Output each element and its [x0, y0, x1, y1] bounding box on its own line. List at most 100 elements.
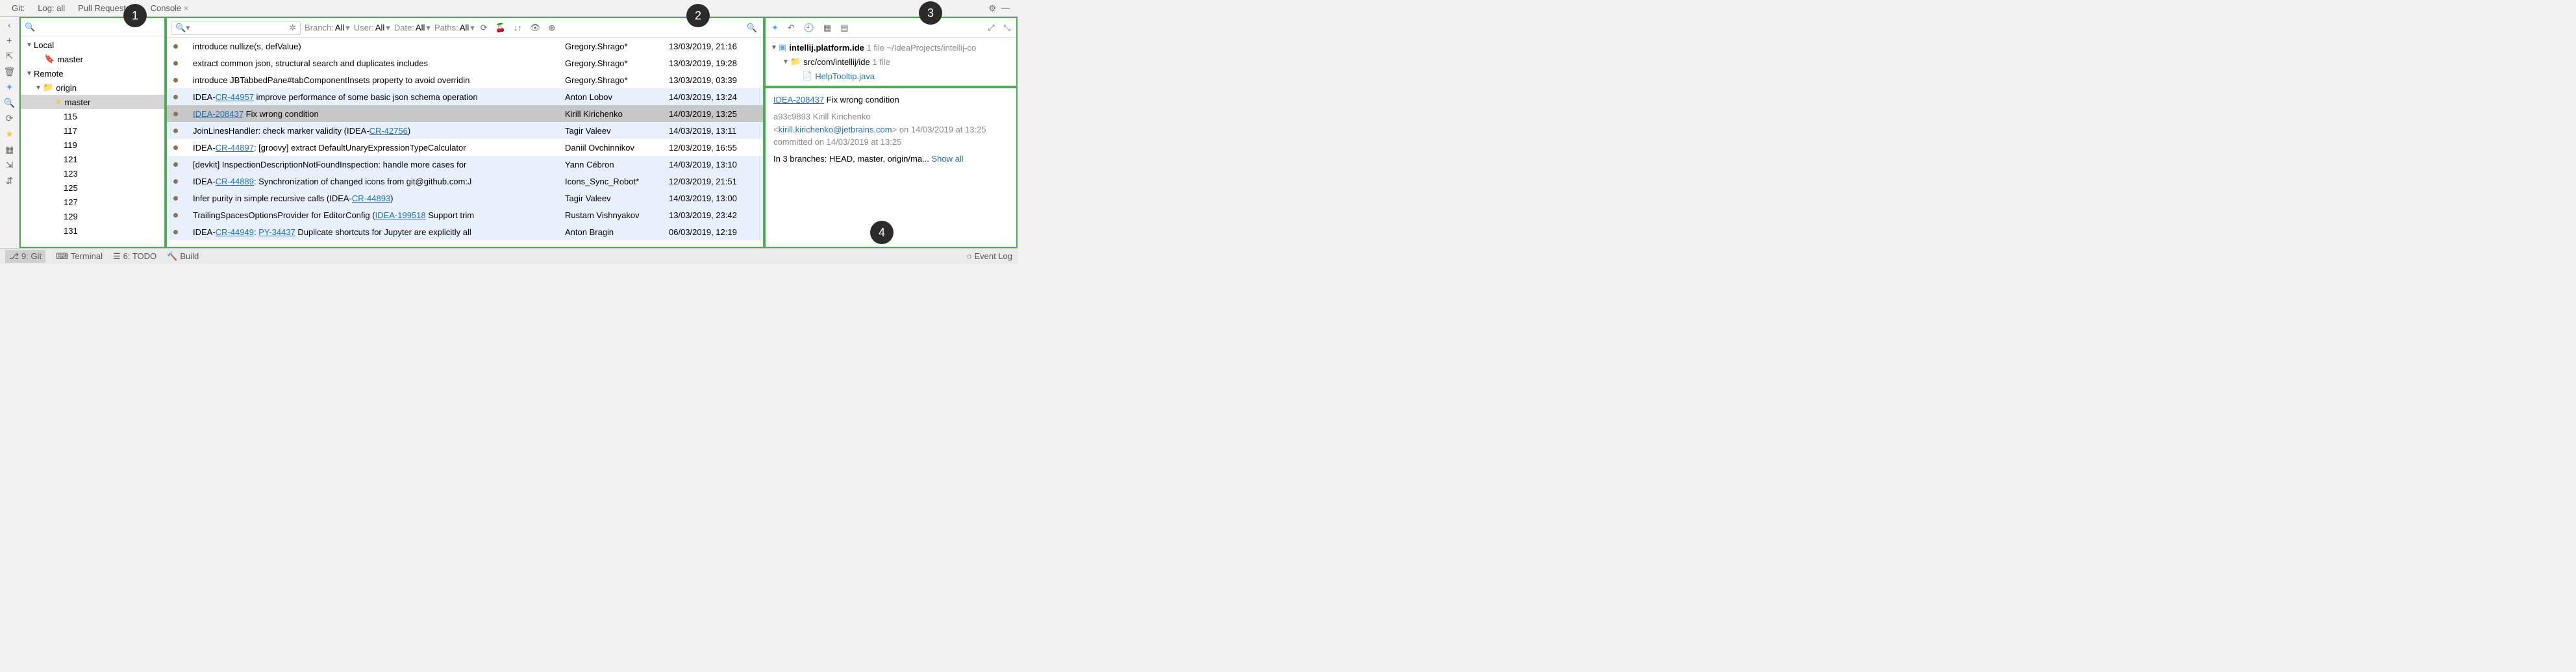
tab-log[interactable]: Log: all — [31, 1, 71, 15]
status-git[interactable]: ⎇9: Git — [5, 250, 45, 263]
commit-row[interactable]: IDEA-CR-44897: [groovy] extract DefaultU… — [167, 139, 763, 156]
refresh-icon[interactable]: ⟳ — [5, 113, 15, 123]
issue-link[interactable]: IDEA-199518 — [375, 210, 426, 220]
branch-item[interactable]: 123 — [21, 166, 164, 180]
commit-row[interactable]: JoinLinesHandler: check marker validity … — [167, 122, 763, 139]
trash-icon[interactable]: 🗑 — [5, 66, 15, 77]
commit-row[interactable]: introduce JBTabbedPane#tabComponentInset… — [167, 71, 763, 88]
chevron-left-icon[interactable]: ‹ — [5, 19, 15, 30]
cherry-pick-icon[interactable]: 🍒 — [494, 23, 508, 33]
commit-row[interactable]: IDEA-CR-44957 improve performance of som… — [167, 88, 763, 105]
commit-date: 14/03/2019, 13:00 — [669, 193, 763, 203]
issue-link[interactable]: IDEA-208437 — [773, 95, 824, 105]
gear-icon[interactable]: ⚙ — [986, 3, 999, 14]
remote-node[interactable]: ▼ Remote — [21, 66, 164, 81]
tag-icon: 🔖 — [44, 54, 55, 64]
search-icon[interactable]: 🔍 — [745, 23, 759, 33]
undo-icon[interactable]: ↶ — [786, 23, 797, 33]
graph-node — [173, 213, 193, 218]
changed-files-pane: ✦ ↶ 🕘 ▦ ▤ ⤢ ⤡ ▼ ▣ intellij.platform.ide … — [764, 17, 1018, 87]
group-icon[interactable]: ▦ — [821, 23, 833, 33]
issue-link[interactable]: CR-44889 — [216, 177, 254, 186]
filter-icon[interactable]: ⇵ — [5, 175, 15, 186]
commit-row[interactable]: IDEA-CR-44949: PY-34437 Duplicate shortc… — [167, 223, 763, 240]
refresh-icon[interactable]: ⟳ — [479, 23, 490, 33]
open-new-tab-icon[interactable]: ⊕ — [546, 23, 557, 33]
commit-row[interactable]: [devkit] InspectionDescriptionNotFoundIn… — [167, 156, 763, 173]
branch-item[interactable]: 121 — [21, 152, 164, 166]
expand-all-icon[interactable]: ⤢ — [986, 23, 996, 33]
issue-link[interactable]: CR-44897 — [216, 143, 254, 153]
commit-subject: introduce JBTabbedPane#tabComponentInset… — [193, 75, 565, 85]
show-all-link[interactable]: Show all — [932, 154, 964, 164]
author-email[interactable]: kirill.kirichenko@jetbrains.com — [779, 125, 892, 134]
sparkle-icon[interactable]: ✦ — [5, 82, 15, 92]
graph-node — [173, 44, 193, 49]
folder-icon: 📁 — [43, 82, 53, 93]
local-node[interactable]: ▼ Local — [21, 38, 164, 52]
expand-icon[interactable]: ⇲ — [5, 160, 15, 170]
branch-label: 117 — [64, 126, 77, 136]
commit-row[interactable]: Infer purity in simple recursive calls (… — [167, 190, 763, 206]
commit-row[interactable]: introduce nullize(s, defValue)Gregory.Sh… — [167, 38, 763, 55]
graph-node — [173, 145, 193, 150]
branch-item[interactable]: 131 — [21, 223, 164, 238]
commit-subject: introduce nullize(s, defValue) — [193, 42, 565, 51]
collapse-all-icon[interactable]: ⤡ — [1002, 23, 1012, 33]
commit-row[interactable]: IDEA-CR-44889: Synchronization of change… — [167, 173, 763, 190]
file-tree-pkg[interactable]: ▼ 📁 src/com/intellij/ide 1 file — [771, 55, 1011, 69]
branch-item[interactable]: 119 — [21, 138, 164, 152]
collapse-icon[interactable]: ⇱ — [5, 51, 15, 61]
sort-icon[interactable]: ↓↑ — [512, 23, 524, 32]
file-count: 1 file — [872, 57, 890, 67]
issue-link[interactable]: PY-34437 — [258, 227, 295, 237]
status-todo[interactable]: ☰6: TODO — [113, 251, 156, 262]
commit-author: Gregory.Shrago* — [565, 75, 669, 85]
commit-row[interactable]: IDEA-208437 Fix wrong conditionKirill Ki… — [167, 105, 763, 122]
regex-icon[interactable]: ✲ — [289, 23, 296, 33]
issue-link[interactable]: IDEA-208437 — [193, 109, 244, 119]
log-search-input[interactable]: 🔍▾✲ — [171, 21, 301, 35]
status-event-log[interactable]: ○Event Log — [967, 251, 1012, 261]
issue-link[interactable]: CR-44893 — [352, 193, 390, 203]
graph-node — [173, 129, 193, 133]
clock-icon[interactable]: 🕘 — [802, 23, 816, 33]
commit-date: 13/03/2019, 21:16 — [669, 42, 763, 51]
plus-icon[interactable]: + — [5, 35, 15, 45]
star-icon[interactable]: ★ — [5, 129, 15, 139]
layout-icon[interactable]: ▦ — [5, 144, 15, 155]
paths-filter[interactable]: Paths: All ▾ — [434, 23, 475, 33]
local-label: Local — [34, 40, 54, 50]
issue-link[interactable]: CR-44957 — [216, 92, 254, 102]
pkg-label: src/com/intellij/ide — [803, 57, 870, 67]
speech-icon: ○ — [967, 251, 972, 261]
file-tree-root[interactable]: ▼ ▣ intellij.platform.ide 1 file ~/IdeaP… — [771, 40, 1011, 55]
eye-icon[interactable]: 👁 — [528, 23, 543, 33]
minimize-icon[interactable]: — — [999, 3, 1012, 13]
search-icon[interactable]: 🔍 — [5, 97, 15, 108]
flatten-icon[interactable]: ▤ — [838, 23, 850, 33]
origin-master[interactable]: ★ master — [21, 95, 164, 109]
branch-item[interactable]: 129 — [21, 209, 164, 223]
commit-list: introduce nullize(s, defValue) Gregory.Sh… — [167, 38, 763, 247]
branch-item[interactable]: 117 — [21, 123, 164, 138]
commit-row[interactable]: TrailingSpacesOptionsProvider for Editor… — [167, 206, 763, 223]
local-master[interactable]: 🔖 master — [21, 52, 164, 66]
sparkle-icon[interactable]: ✦ — [769, 23, 781, 33]
issue-link[interactable]: CR-44949 — [216, 227, 254, 237]
branch-filter[interactable]: Branch: All ▾ — [305, 23, 350, 33]
issue-link[interactable]: CR-42756 — [369, 126, 408, 136]
origin-node[interactable]: ▼ 📁 origin — [21, 81, 164, 95]
date-filter[interactable]: Date: All ▾ — [394, 23, 431, 33]
branch-item[interactable]: 115 — [21, 109, 164, 123]
user-filter[interactable]: User: All ▾ — [354, 23, 390, 33]
commit-subject: [devkit] InspectionDescriptionNotFoundIn… — [193, 160, 565, 169]
status-build[interactable]: 🔨Build — [167, 251, 199, 262]
changed-file[interactable]: 📄 HelpTooltip.java — [771, 69, 1011, 83]
status-terminal[interactable]: ⌨Terminal — [56, 251, 103, 262]
callout-3: 3 — [919, 1, 942, 25]
branch-item[interactable]: 125 — [21, 180, 164, 195]
branch-item[interactable]: 127 — [21, 195, 164, 209]
tab-console[interactable]: Console — [144, 1, 195, 15]
commit-row[interactable]: extract common json, structural search a… — [167, 55, 763, 71]
